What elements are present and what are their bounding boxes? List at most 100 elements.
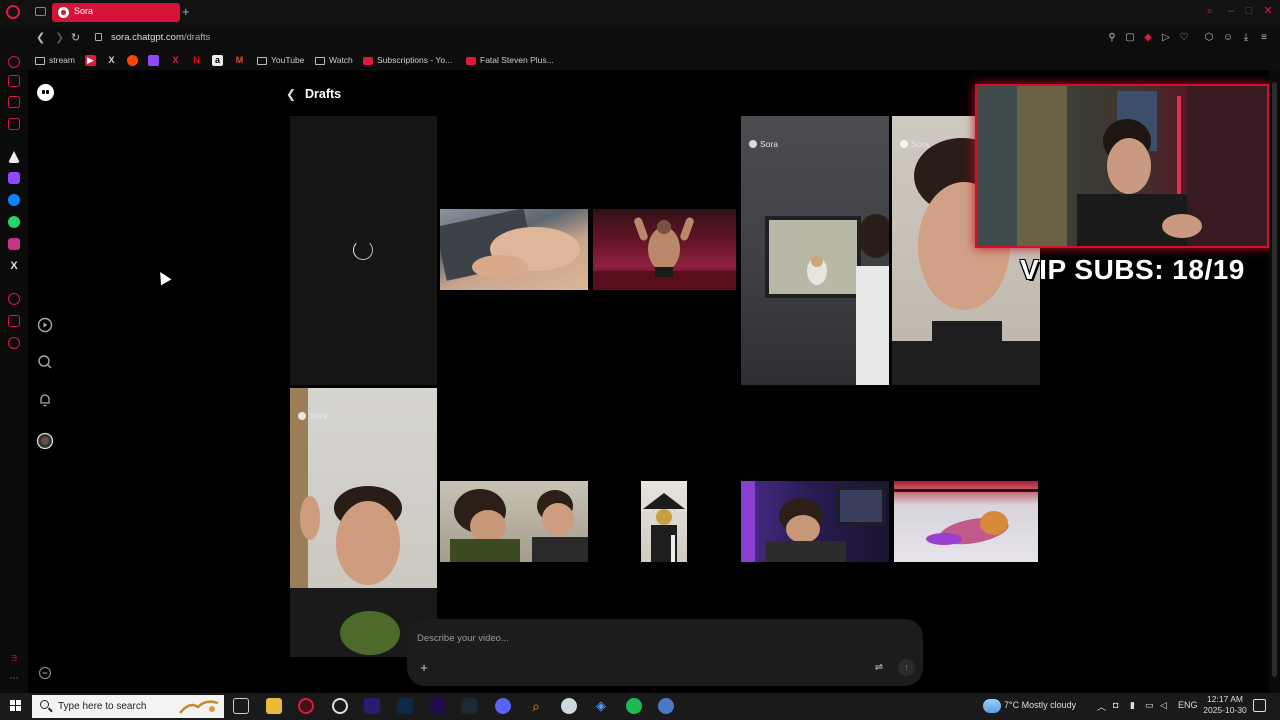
gmail-icon[interactable]: M [234,55,245,66]
draft-thumbnail-figure[interactable] [641,481,687,562]
kick-icon[interactable]: X [170,55,181,66]
obs-icon[interactable] [332,698,348,714]
opera-sidebar: X ᗱ ⋯ [0,56,28,693]
bell-icon[interactable] [36,391,54,409]
draft-thumbnail-wrestler[interactable] [593,209,736,290]
profile-icon[interactable]: ☺ [1222,32,1234,44]
back-arrow-icon[interactable]: ❮ [286,87,296,101]
youtube-icon[interactable]: ▶ [85,55,96,66]
bookmark-fatal[interactable]: Fatal Steven Plus... [466,54,554,67]
maximize-button[interactable]: □ [1243,5,1255,17]
reddit-icon[interactable] [127,55,138,66]
snapshot-icon[interactable]: ▢ [1124,32,1136,44]
notes-icon[interactable] [8,118,20,130]
app-icon[interactable] [561,698,577,714]
pin-icon[interactable]: ⚲ [1106,32,1118,44]
windows-start-button[interactable] [10,700,22,712]
draft-thumbnail-typing[interactable] [440,209,588,290]
scrollbar-thumb[interactable] [1272,82,1277,677]
send-button[interactable]: ↑ [898,659,915,676]
draft-thumbnail-selfie[interactable]: Sora [290,388,437,657]
settings-icon[interactable] [36,664,54,682]
menu-icon[interactable]: ≡ [1258,32,1270,44]
messenger-icon[interactable] [8,194,20,206]
draft-thumbnail-window[interactable]: Sora [741,116,889,385]
network-icon[interactable]: ▭ [1145,700,1154,711]
bookmark-youtube[interactable]: YouTube [257,54,304,67]
minimize-button[interactable]: – [1225,5,1237,17]
camera-tray-icon[interactable]: ◘ [1113,700,1118,710]
streamdeck-icon[interactable]: ◈ [593,698,609,714]
weather-icon[interactable] [983,699,1001,713]
discord-icon[interactable] [495,698,511,714]
tray-chevron-icon[interactable]: ︿ [1097,700,1106,713]
bookmark-stream[interactable]: stream [35,54,75,67]
weather-text[interactable]: 7°C Mostly cloudy [1004,700,1076,710]
task-view-icon[interactable] [233,698,249,714]
messenger-box-icon[interactable] [8,96,20,108]
mic-icon[interactable]: ▮ [1130,700,1135,711]
draft-thumbnail-two-people[interactable] [440,481,588,562]
twitch-icon[interactable] [8,172,20,184]
tiktok-icon[interactable] [8,151,20,163]
player-icon[interactable]: ▷ [1160,32,1172,44]
sora-logo-icon[interactable] [37,84,54,101]
steam-icon[interactable] [461,698,477,714]
bookmarks-bar: stream ▶ X X N a M YouTube Watch Subscri… [0,51,1280,70]
new-tab-button[interactable]: + [182,3,194,20]
pocket-icon[interactable]: ◆ [1142,32,1154,44]
aria-icon[interactable] [8,56,20,68]
forward-button[interactable]: ❯ [55,31,64,44]
download-icon[interactable]: ⤓ [1240,32,1252,44]
twitch-icon[interactable] [148,55,159,66]
extensions-icon[interactable]: ⬡ [1203,32,1215,44]
history-icon[interactable] [8,293,20,305]
bookmark-subscriptions[interactable]: Subscriptions - Yo... [363,54,452,67]
back-button[interactable]: ❮ [36,31,45,44]
search-icon[interactable] [36,353,54,371]
bookmark-watch[interactable]: Watch [315,54,353,67]
explore-icon[interactable] [36,316,54,334]
prompt-input[interactable] [417,631,907,645]
more-icon[interactable]: ⋯ [8,673,20,685]
spotify-icon[interactable] [626,698,642,714]
search-tabs-icon[interactable]: ⌕ [1204,5,1216,17]
tab-sora[interactable]: Sora [52,3,180,22]
avatar[interactable] [36,432,54,450]
whatsapp-icon[interactable] [8,216,20,228]
close-window-button[interactable]: ✕ [1262,5,1274,17]
netflix-icon[interactable]: N [191,55,202,66]
file-explorer-icon[interactable] [266,698,282,714]
x-icon[interactable]: X [8,260,20,272]
reload-button[interactable]: ↻ [71,31,80,44]
workspace-icon[interactable] [8,75,20,87]
search-tool-icon[interactable]: ⌕ [528,698,544,714]
page-scrollbar[interactable] [1269,70,1280,693]
opera-logo-icon[interactable] [6,5,20,19]
draft-thumbnail-wrestling[interactable] [894,481,1038,562]
draft-thumbnail-gamer[interactable] [741,481,889,562]
language-indicator[interactable]: ENG [1178,700,1198,710]
heart-icon[interactable]: ♡ [1178,32,1190,44]
address-field[interactable]: sora.chatgpt.com/drafts [111,32,210,43]
instagram-icon[interactable] [8,238,20,250]
taskbar-search[interactable]: Type here to search [32,695,224,718]
amazon-icon[interactable]: a [212,55,223,66]
clock[interactable]: 12:17 AM 2025-10-30 [1202,694,1248,716]
vpn-icon[interactable]: ᗱ [8,654,20,666]
add-attachment-button[interactable]: + [415,660,433,676]
youtube-icon [363,56,373,65]
downloads-icon[interactable] [8,315,20,327]
volume-icon[interactable]: ◁ [1160,700,1167,711]
browser-icon[interactable] [658,698,674,714]
url-path: /drafts [183,32,211,43]
media-encoder-icon[interactable] [364,698,380,714]
settings-sliders-icon[interactable]: ⇌ [870,660,888,676]
photoshop-icon[interactable] [397,698,413,714]
opera-taskbar-icon[interactable] [298,698,314,714]
x-icon[interactable]: X [106,55,117,66]
premiere-icon[interactable] [430,698,446,714]
tab-overview-icon[interactable] [35,7,46,16]
settings-icon[interactable] [8,337,20,349]
notifications-icon[interactable] [1253,699,1266,712]
